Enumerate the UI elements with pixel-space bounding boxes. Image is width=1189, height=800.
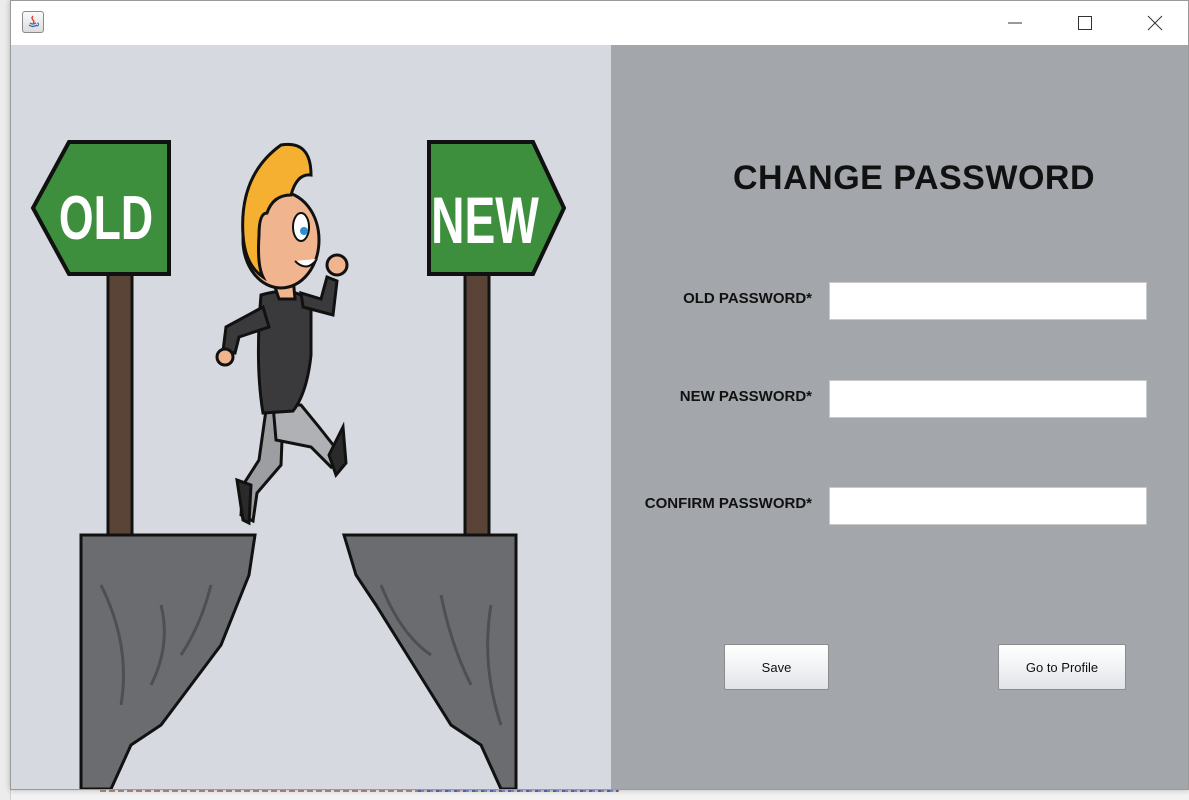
confirm-password-field[interactable] [829,487,1147,525]
old-password-field[interactable] [829,282,1147,320]
left-sign-post [106,268,134,542]
go-to-profile-button[interactable]: Go to Profile [998,644,1126,690]
confirm-password-label: CONFIRM PASSWORD* [644,495,812,512]
form-panel: CHANGE PASSWORD OLD PASSWORD* NEW PASSWO… [611,45,1188,789]
close-icon [1147,15,1163,31]
left-sign-label: OLD [59,184,153,253]
close-button[interactable] [1132,1,1178,45]
page-title: CHANGE PASSWORD [733,159,1095,197]
java-app-icon[interactable] [22,11,44,33]
right-sign-post [463,268,491,542]
maximize-icon [1078,16,1092,30]
running-man-figure [215,142,349,526]
maximize-button[interactable] [1062,1,1108,45]
old-new-illustration: OLD NEW [30,140,567,789]
change-password-window: OLD NEW CHANGE PASSWORD OLD PASSWORD* NE… [10,0,1189,790]
right-cliff [341,533,518,789]
title-bar[interactable] [11,1,1188,45]
left-cliff [79,533,257,789]
minimize-icon [1008,22,1022,24]
old-password-label: OLD PASSWORD* [683,290,812,307]
illustration-panel: OLD NEW [11,45,611,789]
right-sign-label: NEW [431,184,539,258]
new-password-field[interactable] [829,380,1147,418]
window-content: OLD NEW CHANGE PASSWORD OLD PASSWORD* NE… [11,45,1188,789]
save-button[interactable]: Save [724,644,829,690]
new-password-label: NEW PASSWORD* [679,388,812,405]
minimize-button[interactable] [992,1,1038,45]
